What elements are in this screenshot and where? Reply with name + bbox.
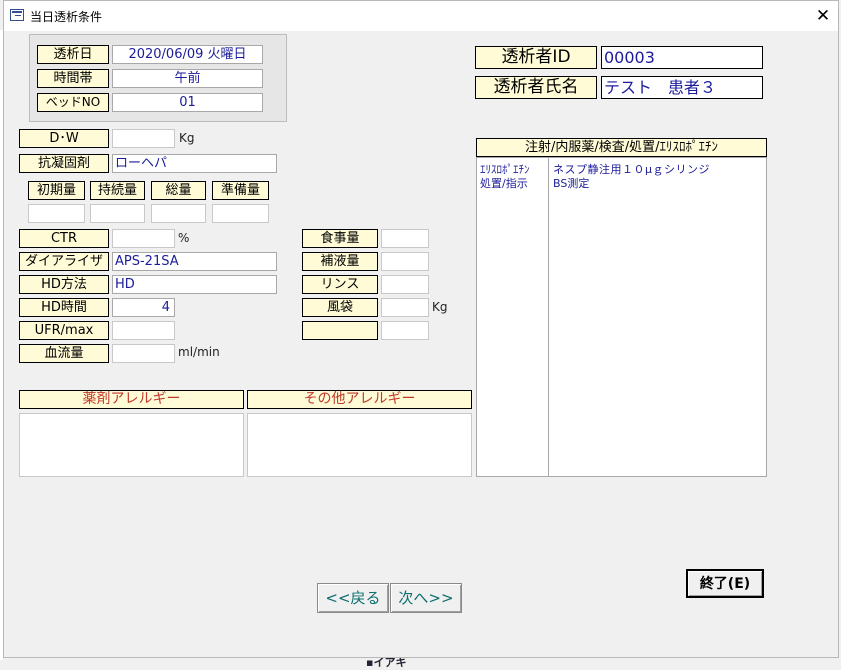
drug-allergy-field[interactable]: [19, 413, 244, 477]
patient-id-label: 透析者ID: [475, 46, 597, 69]
blood-flow-unit: ml/min: [178, 345, 220, 359]
orders-item-2: BS測定: [553, 177, 590, 190]
end-button[interactable]: 終了(E): [686, 569, 764, 598]
dry-weight-field[interactable]: [112, 129, 175, 148]
dose-initial-field[interactable]: [28, 204, 85, 223]
hd-time-field[interactable]: 4: [112, 298, 175, 317]
title-bar: 当日透析条件 ✕: [4, 1, 838, 31]
dose-continuous-field[interactable]: [90, 204, 145, 223]
hd-method-field[interactable]: HD: [112, 275, 277, 294]
window-title: 当日透析条件: [30, 10, 103, 24]
dose-header-initial: 初期量: [28, 181, 85, 200]
close-icon[interactable]: ✕: [812, 5, 834, 27]
bed-number-field[interactable]: 01: [112, 93, 263, 112]
form-icon: [10, 9, 24, 21]
dose-header-continuous: 持続量: [90, 181, 145, 200]
orders-panel: ｴﾘｽﾛﾎﾟｴﾁﾝ 処置/指示 ネスプ静注用１０μｇシリンジ BS測定: [476, 157, 767, 477]
hd-method-label: HD方法: [19, 275, 109, 294]
dry-weight-label: D･W: [19, 129, 109, 148]
dialyzer-label: ダイアライザ: [19, 252, 109, 271]
dialyzer-field[interactable]: APS-21SA: [112, 252, 277, 271]
dose-total-field[interactable]: [151, 204, 206, 223]
anticoagulant-label: 抗凝固剤: [19, 154, 109, 173]
ufr-max-label: UFR/max: [19, 321, 109, 340]
ctr-label: CTR: [19, 229, 109, 248]
dose-header-total: 総量: [151, 181, 206, 200]
patient-name-field[interactable]: テスト 患者３: [601, 76, 763, 99]
blood-flow-label: 血流量: [19, 344, 109, 363]
dry-weight-unit: Kg: [179, 131, 195, 145]
anticoagulant-field[interactable]: ローヘパ: [112, 154, 277, 173]
other-allergy-label: その他アレルギー: [247, 390, 472, 409]
hd-time-label: HD時間: [19, 298, 109, 317]
dose-header-prepared: 準備量: [212, 181, 269, 200]
dialysis-day-field[interactable]: 2020/06/09 火曜日: [112, 45, 263, 64]
back-button[interactable]: <<戻る: [317, 583, 389, 613]
orders-header: 注射/内服薬/検査/処置/ｴﾘｽﾛﾎﾟｴﾁﾝ: [476, 138, 767, 157]
drug-allergy-label: 薬剤アレルギー: [19, 390, 244, 409]
tare-label: 風袋: [302, 298, 378, 317]
orders-category-column: ｴﾘｽﾛﾎﾟｴﾁﾝ 処置/指示: [477, 158, 549, 476]
tare-unit: Kg: [432, 300, 448, 314]
next-button[interactable]: 次へ>>: [390, 583, 462, 613]
patient-id-field[interactable]: 00003: [601, 46, 763, 69]
meal-amount-field[interactable]: [381, 229, 429, 248]
ctr-unit: %: [178, 231, 190, 245]
ctr-field[interactable]: [112, 229, 175, 248]
blood-flow-field[interactable]: [112, 344, 175, 363]
rinse-label: リンス: [302, 275, 378, 294]
dose-prepared-field[interactable]: [212, 204, 269, 223]
fluid-amount-label: 補液量: [302, 252, 378, 271]
fluid-amount-field[interactable]: [381, 252, 429, 271]
dialysis-condition-window: 当日透析条件 ✕ 透析日 2020/06/09 火曜日 時間帯 午前 ベッドNO…: [3, 0, 839, 658]
patient-name-label: 透析者氏名: [475, 76, 597, 99]
time-slot-label: 時間帯: [37, 69, 109, 88]
tare-field[interactable]: [381, 298, 429, 317]
orders-category-2: 処置/指示: [480, 177, 528, 190]
time-slot-field[interactable]: 午前: [112, 69, 263, 88]
dialysis-day-label: 透析日: [37, 45, 109, 64]
meal-amount-label: 食事量: [302, 229, 378, 248]
ufr-max-field[interactable]: [112, 321, 175, 340]
other-allergy-field[interactable]: [247, 413, 472, 477]
bed-number-label: ベッドNO: [37, 93, 109, 112]
extra-field[interactable]: [381, 321, 429, 340]
extra-label: [302, 321, 378, 340]
rinse-field[interactable]: [381, 275, 429, 294]
